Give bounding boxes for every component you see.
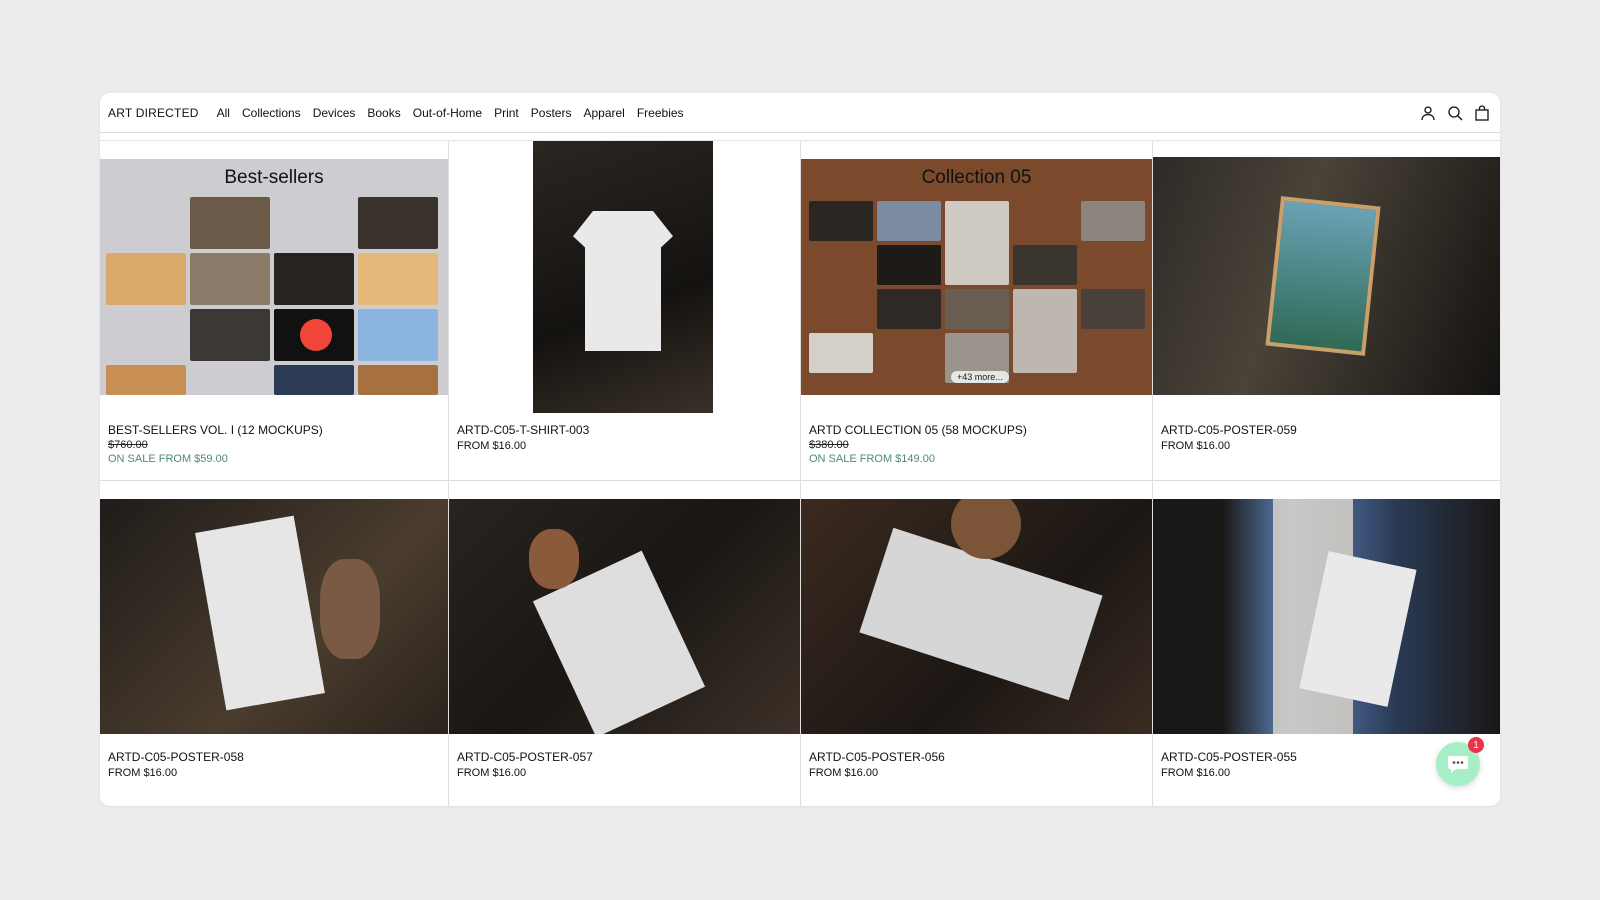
product-card[interactable]: ARTD-C05-POSTER-058 FROM $16.00 bbox=[100, 481, 449, 806]
nav-item-devices[interactable]: Devices bbox=[313, 106, 356, 120]
product-card[interactable]: ARTD-C05-POSTER-055 FROM $16.00 1 bbox=[1153, 481, 1500, 806]
image-heading: Collection 05 bbox=[921, 167, 1032, 188]
collage-tile bbox=[274, 309, 354, 361]
cart-icon[interactable] bbox=[1474, 104, 1490, 121]
product-title[interactable]: ARTD-C05-POSTER-055 bbox=[1161, 749, 1297, 765]
nav-item-posters[interactable]: Posters bbox=[531, 106, 572, 120]
product-price: FROM $16.00 bbox=[108, 767, 178, 779]
product-price: FROM $16.00 bbox=[457, 440, 527, 452]
collage-tile bbox=[106, 365, 186, 395]
product-title[interactable]: ARTD-C05-POSTER-058 bbox=[108, 749, 244, 765]
chat-icon bbox=[1448, 756, 1468, 773]
collage-tile bbox=[274, 365, 354, 395]
nav-item-out-of-home[interactable]: Out-of-Home bbox=[413, 106, 482, 120]
collage-tile bbox=[358, 253, 438, 305]
collage-tile bbox=[945, 201, 1009, 285]
brand-logo[interactable]: ART DIRECTED bbox=[108, 106, 199, 120]
product-price: FROM $16.00 bbox=[809, 767, 879, 779]
nav-menu: All Collections Devices Books Out-of-Hom… bbox=[217, 106, 684, 120]
collage-tile bbox=[809, 333, 873, 373]
product-price: FROM $16.00 bbox=[457, 767, 527, 779]
product-price: FROM $16.00 bbox=[1161, 440, 1231, 452]
sale-price: ON SALE FROM $59.00 bbox=[108, 453, 228, 465]
product-info: ARTD-C05-T-SHIRT-003 FROM $16.00 bbox=[457, 422, 589, 454]
product-title[interactable]: ARTD-C05-POSTER-059 bbox=[1161, 422, 1297, 438]
account-icon[interactable] bbox=[1420, 105, 1436, 121]
nav-item-all[interactable]: All bbox=[217, 106, 230, 120]
collage-tile bbox=[358, 197, 438, 249]
nav-item-print[interactable]: Print bbox=[494, 106, 519, 120]
chat-button[interactable]: 1 bbox=[1436, 737, 1484, 786]
product-image-bestsellers[interactable]: Best-sellers bbox=[100, 159, 448, 395]
collage-tile bbox=[809, 201, 873, 241]
collage-tile bbox=[190, 197, 270, 249]
product-info: ARTD-C05-POSTER-056 FROM $16.00 bbox=[809, 749, 945, 781]
product-image-poster-055[interactable] bbox=[1153, 499, 1500, 734]
product-image-poster-059[interactable] bbox=[1153, 157, 1500, 395]
product-title[interactable]: ARTD-C05-T-SHIRT-003 bbox=[457, 422, 589, 438]
product-title[interactable]: ARTD-C05-POSTER-056 bbox=[809, 749, 945, 765]
product-image-collection-05[interactable]: Collection 05 +43 more... bbox=[801, 159, 1152, 395]
product-card[interactable]: Best-sellers BEST-SELLERS VOL. I (12 MOC… bbox=[100, 141, 449, 481]
compare-price: $760.00 bbox=[108, 439, 148, 451]
product-card[interactable]: Collection 05 +43 more... ARTD COLLECTIO… bbox=[801, 141, 1153, 481]
product-card[interactable]: ARTD-C05-POSTER-059 FROM $16.00 bbox=[1153, 141, 1500, 481]
collage-tile bbox=[106, 253, 186, 305]
product-title[interactable]: ARTD-C05-POSTER-057 bbox=[457, 749, 593, 765]
collage-tile bbox=[190, 309, 270, 361]
collage-tile bbox=[877, 245, 941, 285]
collage-tile bbox=[1013, 245, 1077, 285]
collage-tile bbox=[1013, 289, 1077, 373]
nav-item-apparel[interactable]: Apparel bbox=[583, 106, 624, 120]
product-card[interactable]: ARTD-C05-T-SHIRT-003 FROM $16.00 bbox=[449, 141, 801, 481]
store-window: ART DIRECTED All Collections Devices Boo… bbox=[100, 93, 1500, 806]
collage-tile bbox=[945, 289, 1009, 329]
nav-item-freebies[interactable]: Freebies bbox=[637, 106, 684, 120]
more-chip: +43 more... bbox=[951, 371, 1009, 383]
collage-tile bbox=[877, 201, 941, 241]
product-image-tshirt[interactable] bbox=[449, 141, 800, 413]
image-heading: Best-sellers bbox=[224, 167, 324, 188]
product-price: FROM $16.00 bbox=[1161, 767, 1231, 779]
product-title[interactable]: ARTD COLLECTION 05 (58 MOCKUPS) bbox=[809, 422, 1027, 438]
collage-tile bbox=[1081, 201, 1145, 241]
compare-price: $380.00 bbox=[809, 439, 849, 451]
collage-tile bbox=[358, 309, 438, 361]
product-image-poster-058[interactable] bbox=[100, 499, 448, 734]
product-info: ARTD COLLECTION 05 (58 MOCKUPS) $380.00 … bbox=[809, 422, 1027, 467]
product-title[interactable]: BEST-SELLERS VOL. I (12 MOCKUPS) bbox=[108, 422, 323, 438]
nav-icons bbox=[1420, 104, 1492, 121]
product-info: ARTD-C05-POSTER-059 FROM $16.00 bbox=[1161, 422, 1297, 454]
collage-tile bbox=[1081, 289, 1145, 329]
collage-tile bbox=[274, 253, 354, 305]
sale-price: ON SALE FROM $149.00 bbox=[809, 453, 935, 465]
search-icon[interactable] bbox=[1447, 105, 1463, 121]
product-card[interactable]: ARTD-C05-POSTER-056 FROM $16.00 bbox=[801, 481, 1153, 806]
product-grid: Best-sellers BEST-SELLERS VOL. I (12 MOC… bbox=[100, 140, 1500, 806]
nav-item-collections[interactable]: Collections bbox=[242, 106, 301, 120]
collage-tile bbox=[358, 365, 438, 395]
top-nav: ART DIRECTED All Collections Devices Boo… bbox=[100, 93, 1500, 133]
product-image-poster-056[interactable] bbox=[801, 499, 1152, 734]
chat-badge: 1 bbox=[1468, 737, 1484, 753]
product-info: ARTD-C05-POSTER-057 FROM $16.00 bbox=[457, 749, 593, 781]
nav-item-books[interactable]: Books bbox=[367, 106, 400, 120]
collage-tile bbox=[877, 289, 941, 329]
product-info: ARTD-C05-POSTER-058 FROM $16.00 bbox=[108, 749, 244, 781]
product-card[interactable]: ARTD-C05-POSTER-057 FROM $16.00 bbox=[449, 481, 801, 806]
product-info: ARTD-C05-POSTER-055 FROM $16.00 bbox=[1161, 749, 1297, 781]
collage-tile bbox=[190, 253, 270, 305]
product-image-poster-057[interactable] bbox=[449, 499, 800, 734]
product-info: BEST-SELLERS VOL. I (12 MOCKUPS) $760.00… bbox=[108, 422, 323, 467]
